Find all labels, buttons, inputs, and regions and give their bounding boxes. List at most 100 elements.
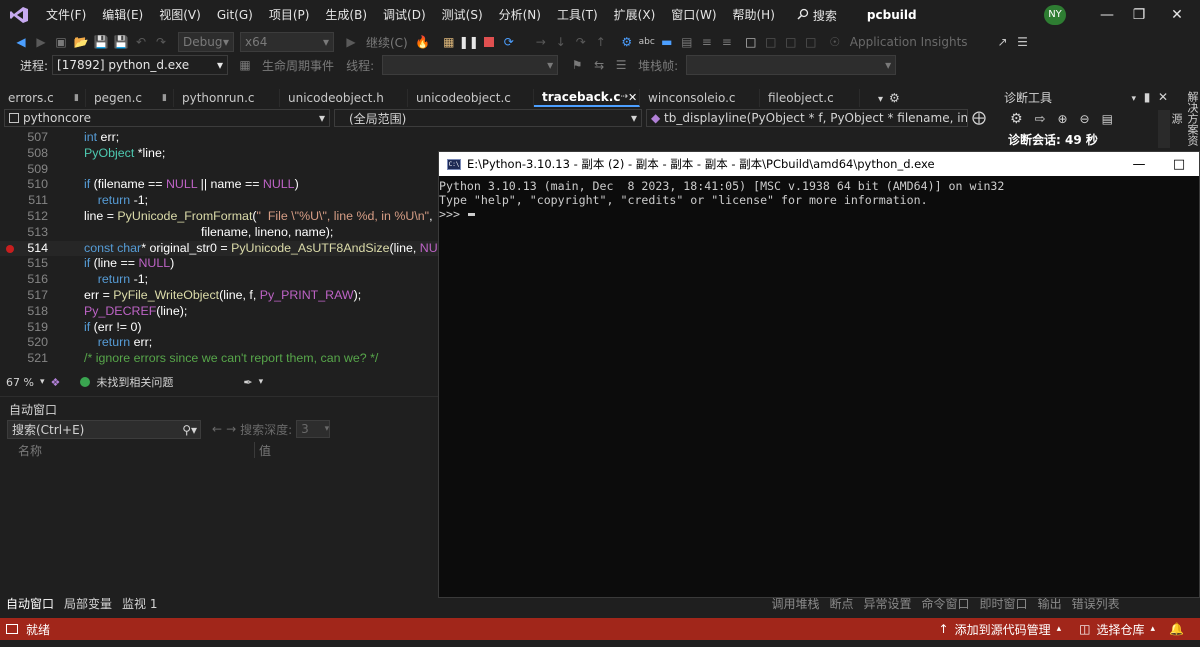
menu-analyze[interactable]: 分析(N) (491, 0, 549, 30)
chevron-down-icon[interactable]: ▾ (40, 377, 45, 387)
breakpoint-settings-icon[interactable]: ▬ (658, 33, 676, 51)
global-search[interactable]: 搜索 (789, 0, 845, 30)
forward-arrow-icon[interactable]: → (226, 422, 236, 436)
lifecycle-events-icon[interactable]: ▦ (236, 56, 254, 74)
user-avatar[interactable]: NY (1044, 5, 1066, 25)
column-header-value[interactable]: 值 (255, 442, 440, 458)
menu-file[interactable]: 文件(F) (38, 0, 94, 30)
stack-frame-icon[interactable]: ☰ (612, 56, 630, 74)
save-all-icon[interactable]: 💾 (112, 33, 130, 51)
intellicode-icon[interactable]: ❖ (50, 376, 60, 389)
menu-help[interactable]: 帮助(H) (725, 0, 783, 30)
tab-fileobject-c[interactable]: fileobject.c (760, 89, 860, 107)
prev-bookmark-icon[interactable]: □ (762, 33, 780, 51)
close-icon[interactable]: ✕ (1154, 0, 1200, 30)
settings-icon[interactable]: ⚙ (1010, 111, 1023, 127)
back-navigate-icon[interactable]: ◀ (12, 33, 30, 51)
tab-winconsoleio-c[interactable]: winconsoleio.c (640, 89, 760, 107)
function-dropdown[interactable]: ◆ tb_displayline(PyObject * f, PyObject … (646, 109, 968, 127)
thread-dropdown[interactable]: ▾ (382, 55, 559, 75)
chevron-down-icon[interactable]: ▾ (1132, 94, 1137, 104)
thread-filter-icon[interactable]: ⇆ (590, 56, 608, 74)
pin-icon[interactable]: ▮ (74, 93, 79, 103)
close-icon[interactable]: ✕ (1158, 90, 1168, 104)
notifications-bell-icon[interactable]: 🔔 (1169, 622, 1184, 636)
menu-build[interactable]: 生成(B) (317, 0, 375, 30)
column-header-name[interactable]: 名称 (0, 442, 255, 458)
menu-git[interactable]: Git(G) (209, 0, 261, 30)
stop-icon[interactable] (480, 33, 498, 51)
continue-button[interactable]: 继续(C) (362, 34, 412, 51)
outdent-icon[interactable]: ≡ (718, 33, 736, 51)
show-next-statement-icon[interactable]: → (532, 33, 550, 51)
tab-unicodeobject-c[interactable]: unicodeobject.c (408, 89, 534, 107)
open-folder-icon[interactable]: 📂 (72, 33, 90, 51)
console-minimize-icon[interactable]: — (1119, 157, 1159, 172)
pin-icon[interactable]: ▮ (1144, 90, 1151, 104)
debug-target-icon[interactable]: ⚙ (618, 33, 636, 51)
select-repository-button[interactable]: ◫ 选择仓库 ▴ (1079, 621, 1155, 638)
tab-pythonrun-c[interactable]: pythonrun.c (174, 89, 280, 107)
tab-traceback-c[interactable]: traceback.c ⇢ ✕ (534, 89, 640, 107)
tab-pegen-c[interactable]: pegen.c ▮ (86, 89, 174, 107)
console-maximize-icon[interactable]: □ (1159, 157, 1199, 172)
hot-reload-icon[interactable]: 🔥 (414, 33, 432, 51)
search-depth-dropdown[interactable]: 3 ▾ (296, 420, 331, 438)
solution-explorer-side-tab[interactable]: 解决方案资源 (1170, 87, 1200, 147)
flag-thread-icon[interactable]: ⚑ (568, 56, 586, 74)
comment-lines-icon[interactable]: ▤ (678, 33, 696, 51)
split-editor-icon[interactable]: ⨁ (972, 110, 986, 126)
tab-unicodeobject-h[interactable]: unicodeobject.h (280, 89, 408, 107)
console-output[interactable]: Python 3.10.13 (main, Dec 8 2023, 18:41:… (439, 176, 1199, 221)
settings-icon[interactable]: ⚙ (889, 91, 900, 105)
application-insights-button[interactable]: Application Insights (846, 35, 972, 49)
configuration-dropdown[interactable]: Debug ▾ (178, 32, 234, 52)
lifecycle-events-button[interactable]: 生命周期事件 (258, 57, 338, 74)
visual-studio-logo-icon[interactable] (0, 0, 38, 30)
undo-icon[interactable]: ↶ (132, 33, 150, 51)
breakpoint-icon[interactable] (6, 244, 14, 253)
code-cleanup-icon[interactable]: ✒ (243, 376, 252, 389)
zoom-out-icon[interactable]: ⊖ (1080, 112, 1090, 126)
menu-debug[interactable]: 调试(D) (375, 0, 434, 30)
app-insights-icon[interactable]: ☉ (826, 33, 844, 51)
add-source-control-button[interactable]: ↑ 添加到源代码管理 ▴ (939, 621, 1062, 638)
scope-dropdown[interactable]: (全局范围) ▾ (334, 109, 642, 127)
back-arrow-icon[interactable]: ← (212, 422, 222, 436)
customize-toolbar-icon[interactable]: ☰ (1014, 33, 1032, 51)
export-icon[interactable]: ⇨ (1035, 112, 1046, 127)
share-icon[interactable]: ↗ (994, 33, 1012, 51)
pause-icon[interactable]: ❚❚ (459, 33, 479, 51)
process-dropdown[interactable]: [17892] python_d.exe ▾ (52, 55, 229, 75)
pin-icon[interactable]: ▮ (162, 93, 167, 103)
clear-bookmarks-icon[interactable]: □ (802, 33, 820, 51)
menu-project[interactable]: 项目(P) (261, 0, 318, 30)
menu-edit[interactable]: 编辑(E) (94, 0, 151, 30)
chevron-down-icon[interactable]: ▾ (259, 377, 264, 387)
console-title-bar[interactable]: C:\ E:\Python-3.10.13 - 副本 (2) - 副本 - 副本… (439, 152, 1199, 176)
restart-icon[interactable]: ⟳ (500, 33, 518, 51)
tab-autos[interactable]: 自动窗口 (0, 595, 59, 612)
next-bookmark-icon[interactable]: □ (782, 33, 800, 51)
continue-play-icon[interactable]: ▶ (342, 33, 360, 51)
redo-icon[interactable]: ↷ (152, 33, 170, 51)
forward-navigate-icon[interactable]: ▶ (32, 33, 50, 51)
search-icon[interactable]: ⚲▾ (182, 423, 200, 437)
new-project-icon[interactable]: ▣ (52, 33, 70, 51)
menu-view[interactable]: 视图(V) (151, 0, 209, 30)
indent-icon[interactable]: ≡ (698, 33, 716, 51)
issues-status[interactable]: 未找到相关问题 (96, 374, 173, 390)
step-into-icon[interactable]: ↓ (552, 33, 570, 51)
zoom-level[interactable]: 67 % (6, 376, 34, 389)
python-console-window[interactable]: C:\ E:\Python-3.10.13 - 副本 (2) - 副本 - 副本… (438, 151, 1200, 598)
window-layout-icon[interactable]: ▦ (440, 33, 458, 51)
spell-check-icon[interactable]: abc (638, 33, 656, 51)
tab-list-dropdown-icon[interactable]: ▾ (878, 94, 883, 105)
menu-test[interactable]: 测试(S) (434, 0, 491, 30)
chart-icon[interactable]: ▤ (1102, 112, 1113, 126)
tab-watch-1[interactable]: 监视 1 (117, 595, 162, 612)
platform-dropdown[interactable]: x64 ▾ (240, 32, 334, 52)
code-editor[interactable]: 507 int err; 508 PyObject *line; 509 510 if… (0, 130, 440, 374)
menu-tools[interactable]: 工具(T) (549, 0, 606, 30)
menu-window[interactable]: 窗口(W) (663, 0, 724, 30)
